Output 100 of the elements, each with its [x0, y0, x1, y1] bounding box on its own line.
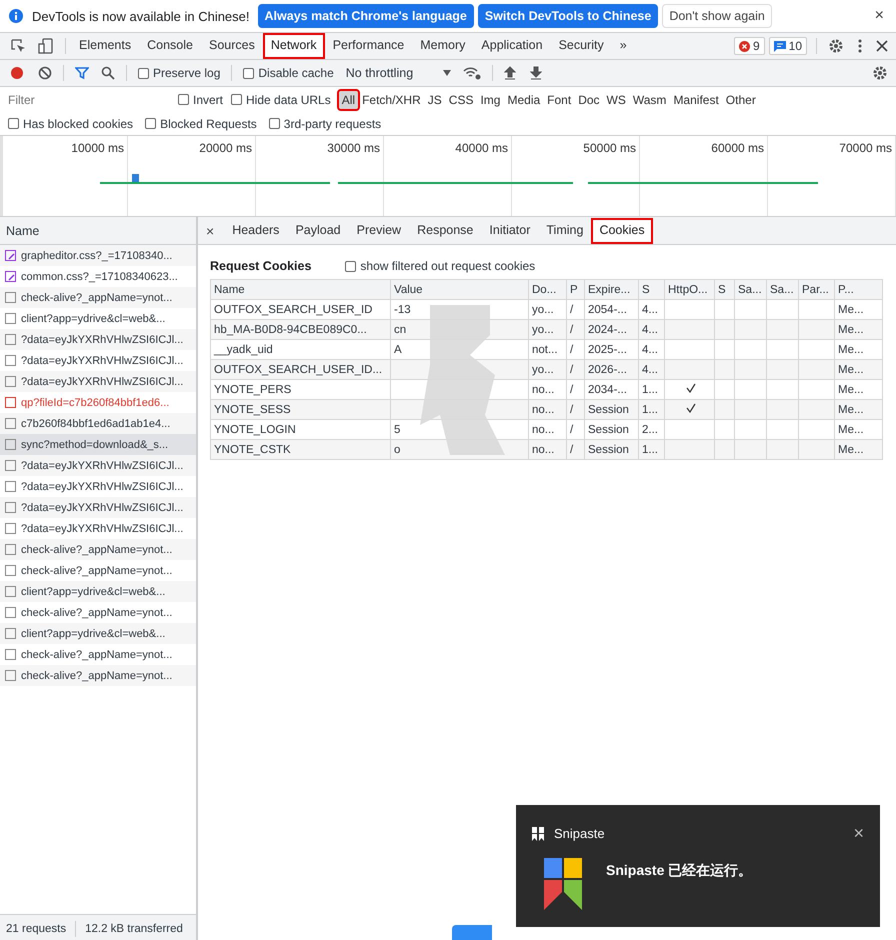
- inspect-icon[interactable]: [10, 38, 26, 54]
- search-icon[interactable]: [101, 66, 115, 80]
- filter-icon[interactable]: [75, 66, 89, 80]
- table-cell: Me...: [838, 304, 864, 316]
- column-header[interactable]: Value: [390, 280, 528, 300]
- request-row[interactable]: ?data=eyJkYXRhVHlwZSI6ICJl...: [0, 350, 196, 371]
- detail-tab[interactable]: Initiator: [481, 218, 538, 244]
- type-filter-button[interactable]: Wasm: [630, 90, 670, 108]
- type-filter-button[interactable]: Other: [722, 90, 759, 108]
- error-count-badge[interactable]: 9: [734, 37, 765, 55]
- request-row[interactable]: ?data=eyJkYXRhVHlwZSI6ICJl...: [0, 497, 196, 518]
- panel-tab[interactable]: Application: [473, 33, 551, 59]
- checkbox[interactable]: [243, 68, 254, 78]
- more-icon[interactable]: [858, 39, 862, 53]
- column-header[interactable]: S: [638, 280, 664, 300]
- panel-tab[interactable]: Security: [550, 33, 612, 59]
- request-row[interactable]: ?data=eyJkYXRhVHlwZSI6ICJl...: [0, 476, 196, 497]
- close-button[interactable]: ×: [853, 823, 864, 844]
- upload-icon[interactable]: [504, 66, 516, 80]
- checkbox[interactable]: [8, 118, 19, 129]
- table-cell: 2025-...: [588, 344, 627, 356]
- detail-tab[interactable]: Cookies: [591, 218, 653, 244]
- request-row[interactable]: qp?fileId=c7b260f84bbf1ed6...: [0, 392, 196, 413]
- panel-tab[interactable]: Console: [139, 33, 201, 59]
- column-header[interactable]: Sa...: [766, 280, 798, 300]
- type-filter-button[interactable]: CSS: [446, 90, 476, 108]
- column-header[interactable]: Do...: [528, 280, 566, 300]
- request-row[interactable]: sync?method=download&_s...: [0, 434, 196, 455]
- request-row[interactable]: check-alive?_appName=ynot...: [0, 560, 196, 581]
- settings-icon[interactable]: [872, 65, 888, 81]
- request-row[interactable]: check-alive?_appName=ynot...: [0, 539, 196, 560]
- infobar-button[interactable]: Don't show again: [662, 4, 772, 28]
- app-icon: [532, 826, 544, 840]
- checkbox[interactable]: [138, 68, 149, 78]
- checkbox[interactable]: [231, 94, 242, 105]
- clear-icon[interactable]: [38, 66, 52, 80]
- type-filter-button[interactable]: Font: [544, 90, 574, 108]
- request-row[interactable]: client?app=ydrive&cl=web&...: [0, 623, 196, 644]
- checkbox[interactable]: [145, 118, 156, 129]
- column-header[interactable]: Expire...: [584, 280, 638, 300]
- request-row[interactable]: check-alive?_appName=ynot...: [0, 665, 196, 686]
- close-button[interactable]: ×: [870, 7, 888, 25]
- request-row[interactable]: common.css?_=17108340623...: [0, 266, 196, 287]
- column-header[interactable]: HttpO...: [664, 280, 714, 300]
- column-header[interactable]: S: [714, 280, 734, 300]
- panel-tab[interactable]: Sources: [200, 33, 263, 59]
- request-row[interactable]: ?data=eyJkYXRhVHlwZSI6ICJl...: [0, 371, 196, 392]
- type-filter-button[interactable]: WS: [604, 90, 629, 108]
- column-header[interactable]: P: [566, 280, 584, 300]
- throttling-dropdown[interactable]: No throttling: [340, 66, 458, 80]
- table-cell: yo...: [532, 304, 554, 316]
- request-row[interactable]: check-alive?_appName=ynot...: [0, 602, 196, 623]
- request-row[interactable]: ?data=eyJkYXRhVHlwZSI6ICJl...: [0, 329, 196, 350]
- type-filter-button[interactable]: JS: [424, 90, 445, 108]
- type-filter-button[interactable]: Media: [504, 90, 544, 108]
- column-header[interactable]: Sa...: [734, 280, 766, 300]
- request-row[interactable]: check-alive?_appName=ynot...: [0, 287, 196, 308]
- download-icon[interactable]: [530, 66, 542, 80]
- type-filter-button[interactable]: Img: [477, 90, 504, 108]
- column-header[interactable]: Name: [210, 280, 390, 300]
- detail-tab[interactable]: Timing: [538, 218, 592, 244]
- message-count-badge[interactable]: 10: [768, 37, 807, 55]
- detail-tab[interactable]: Headers: [224, 218, 288, 244]
- request-row[interactable]: c7b260f84bbf1ed6ad1ab1e4...: [0, 413, 196, 434]
- wifi-settings-icon[interactable]: [463, 66, 482, 80]
- type-filter-button[interactable]: Fetch/XHR: [359, 90, 424, 108]
- request-row[interactable]: grapheditor.css?_=17108340...: [0, 245, 196, 266]
- table-cell: OUTFOX_SEARCH_USER_ID: [214, 304, 372, 316]
- device-icon[interactable]: [38, 38, 54, 54]
- infobar-button[interactable]: Always match Chrome's language: [258, 4, 474, 28]
- type-filter-button[interactable]: All: [338, 90, 358, 108]
- checkbox[interactable]: [178, 94, 189, 105]
- toast-message: Snipaste 已经在运行。: [606, 862, 752, 880]
- panel-tab[interactable]: Performance: [324, 33, 412, 59]
- checkbox[interactable]: [345, 260, 356, 272]
- panel-tab[interactable]: Elements: [71, 33, 140, 59]
- detail-tab[interactable]: Payload: [287, 218, 349, 244]
- close-button[interactable]: ×: [202, 222, 218, 238]
- close-icon[interactable]: [876, 40, 888, 52]
- type-filter-button[interactable]: Manifest: [670, 90, 722, 108]
- type-filter-button[interactable]: Doc: [575, 90, 603, 108]
- request-row[interactable]: client?app=ydrive&cl=web&...: [0, 581, 196, 602]
- checkbox[interactable]: [268, 118, 280, 129]
- infobar-button[interactable]: Switch DevTools to Chinese: [478, 4, 658, 28]
- more-tabs-button[interactable]: »: [612, 33, 635, 59]
- settings-icon[interactable]: [828, 38, 844, 54]
- panel-tab[interactable]: Memory: [412, 33, 474, 59]
- record-icon[interactable]: [10, 66, 24, 80]
- request-row[interactable]: client?app=ydrive&cl=web&...: [0, 308, 196, 329]
- request-name: check-alive?_appName=ynot...: [21, 544, 172, 556]
- column-header[interactable]: Par...: [798, 280, 834, 300]
- detail-tab[interactable]: Response: [409, 218, 482, 244]
- panel-tab[interactable]: Network: [262, 33, 325, 59]
- toast-app-name: Snipaste: [554, 826, 605, 841]
- request-row[interactable]: ?data=eyJkYXRhVHlwZSI6ICJl...: [0, 518, 196, 539]
- request-row[interactable]: ?data=eyJkYXRhVHlwZSI6ICJl...: [0, 455, 196, 476]
- column-header[interactable]: P...: [834, 280, 882, 300]
- column-header[interactable]: Name: [0, 217, 196, 245]
- request-row[interactable]: check-alive?_appName=ynot...: [0, 644, 196, 665]
- detail-tab[interactable]: Preview: [348, 218, 410, 244]
